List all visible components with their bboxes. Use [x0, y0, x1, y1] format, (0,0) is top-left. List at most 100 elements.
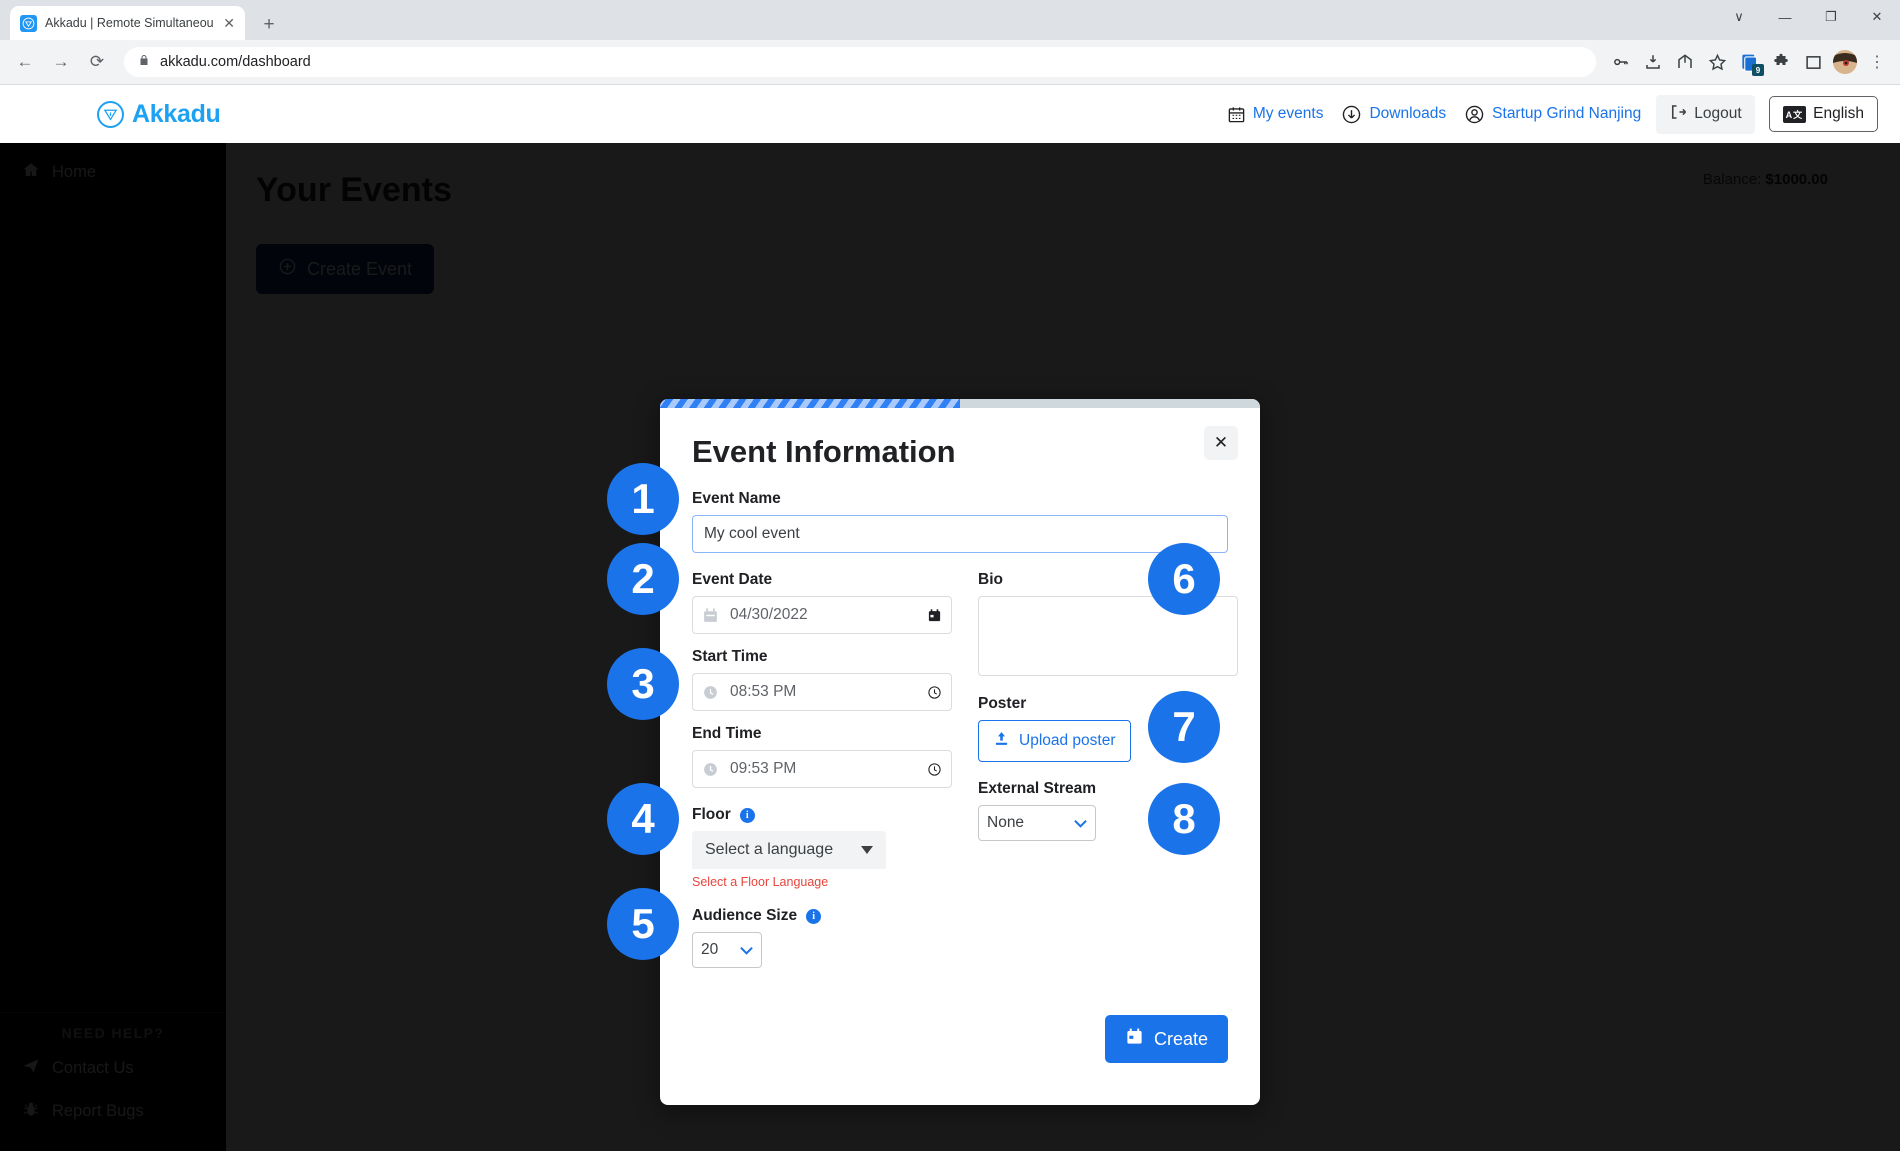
callout-badge-3: 3 [607, 648, 679, 720]
browser-tab-strip: Akkadu | Remote Simultaneou ✕ + ∨ — ❐ ✕ [0, 0, 1900, 40]
callout-badge-7: 7 [1148, 691, 1220, 763]
callout-badge-1: 1 [607, 463, 679, 535]
language-label: English [1813, 105, 1864, 122]
forward-icon[interactable]: → [44, 45, 78, 79]
user-circle-icon [1464, 104, 1485, 125]
modal-columns: Event Date 04/30/2022 Start Time 08:53 P… [692, 571, 1238, 968]
maximize-button[interactable]: ❐ [1808, 0, 1854, 34]
puzzle-extensions-icon[interactable] [1766, 47, 1796, 77]
callout-badge-4: 4 [607, 783, 679, 855]
translate-icon: A文 [1782, 105, 1807, 123]
favicon-icon [20, 14, 37, 32]
chevron-down-icon-stream [1074, 816, 1087, 831]
akkadu-logo[interactable]: Akkadu [97, 100, 221, 129]
page-root: Akkadu My events Downloads Startup Grind… [0, 85, 1900, 1151]
upload-poster-button[interactable]: Upload poster [978, 720, 1131, 762]
start-time-input[interactable]: 08:53 PM [692, 673, 952, 711]
modal-left-column: Event Date 04/30/2022 Start Time 08:53 P… [692, 571, 952, 968]
audience-size-value: 20 [701, 941, 719, 958]
floor-label-text: Floor [692, 806, 731, 823]
floor-error-message: Select a Floor Language [692, 875, 829, 889]
close-window-button[interactable]: ✕ [1854, 0, 1900, 34]
top-navigation: My events Downloads Startup Grind Nanjin… [1218, 94, 1878, 134]
minimize-button[interactable]: — [1762, 0, 1808, 34]
callout-badge-2: 2 [607, 543, 679, 615]
browser-menu-icon[interactable]: ⋮ [1862, 47, 1892, 77]
download-icon[interactable] [1638, 47, 1668, 77]
upload-icon [993, 730, 1010, 752]
end-time-label-text: End Time [692, 725, 762, 742]
window-controls: ∨ — ❐ ✕ [1716, 0, 1900, 34]
event-name-label: Event Name [692, 490, 1228, 508]
modal-create-label: Create [1153, 1028, 1208, 1049]
start-time-label: Start Time [692, 648, 952, 666]
body-area: Home NEED HELP? Contact Us Report Bugs [0, 143, 1900, 1151]
akkadu-logo-icon [97, 100, 124, 128]
browser-toolbar: ← → ⟳ akkadu.com/dashboard 9 ⋮ [0, 40, 1900, 85]
floor-language-select[interactable]: Select a language [692, 831, 887, 869]
logout-button[interactable]: Logout [1656, 94, 1755, 134]
bookmark-star-icon[interactable] [1702, 47, 1732, 77]
app-header: Akkadu My events Downloads Startup Grind… [0, 85, 1900, 143]
logout-label: Logout [1694, 105, 1742, 122]
audience-size-select[interactable]: 20 [692, 932, 763, 968]
calendar-create-icon [1125, 1027, 1144, 1051]
nav-downloads-label: Downloads [1369, 105, 1447, 122]
event-name-input[interactable] [692, 515, 1228, 553]
tab-close-icon[interactable]: ✕ [223, 16, 235, 30]
browser-tab[interactable]: Akkadu | Remote Simultaneou ✕ [10, 6, 245, 40]
akkadu-logo-text: Akkadu [132, 99, 221, 128]
address-bar-url: akkadu.com/dashboard [160, 54, 311, 70]
calendar-picker-icon[interactable] [927, 608, 942, 623]
nav-my-events[interactable]: My events [1218, 99, 1333, 130]
audience-size-label-text: Audience Size [692, 907, 798, 924]
chevron-down-icon [861, 841, 874, 859]
close-icon[interactable]: ✕ [1204, 426, 1238, 460]
start-time-value: 08:53 PM [730, 683, 797, 700]
avatar[interactable] [1833, 50, 1857, 74]
toolbar-icon-group: 9 ⋮ [1606, 47, 1892, 77]
clock-placeholder-icon-2 [702, 761, 719, 778]
modal-overlay[interactable]: ✕ Event Information Event Name Event Dat… [0, 143, 1900, 1151]
clock-picker-icon-2[interactable] [927, 762, 942, 777]
callout-badge-8: 8 [1148, 783, 1220, 855]
audience-size-label: Audience Size i [692, 907, 952, 925]
modal-title: Event Information [692, 434, 956, 469]
calendar-placeholder-icon [702, 607, 719, 624]
external-stream-label-text: External Stream [978, 780, 1097, 797]
modal-create-button[interactable]: Create [1104, 1015, 1228, 1063]
download-circle-icon [1341, 104, 1362, 125]
external-stream-select[interactable]: None [978, 805, 1096, 841]
extension-notes-icon[interactable]: 9 [1734, 47, 1764, 77]
nav-my-events-label: My events [1252, 105, 1324, 122]
language-button[interactable]: A文 English [1768, 96, 1878, 132]
event-date-label-text: Event Date [692, 571, 773, 588]
modal-right-column: Bio Poster Upload poster External Stream… [978, 571, 1238, 968]
new-tab-button[interactable]: + [257, 15, 281, 34]
extension-badge-count: 9 [1752, 64, 1764, 76]
tab-search-icon[interactable]: ∨ [1716, 0, 1762, 34]
clock-picker-icon[interactable] [927, 685, 942, 700]
upload-poster-label: Upload poster [1019, 732, 1116, 749]
nav-downloads[interactable]: Downloads [1332, 98, 1455, 131]
end-time-input[interactable]: 09:53 PM [692, 750, 952, 788]
modal-progress-fill [660, 399, 960, 408]
audience-info-icon[interactable]: i [806, 908, 822, 924]
callout-badge-5: 5 [607, 888, 679, 960]
nav-account[interactable]: Startup Grind Nanjing [1455, 98, 1650, 131]
event-date-input[interactable]: 04/30/2022 [692, 596, 952, 634]
floor-info-icon[interactable]: i [739, 807, 755, 823]
address-bar[interactable]: akkadu.com/dashboard [124, 47, 1596, 77]
event-date-label: Event Date [692, 571, 952, 589]
password-key-icon[interactable] [1606, 47, 1636, 77]
share-icon[interactable] [1670, 47, 1700, 77]
start-time-label-text: Start Time [692, 648, 768, 665]
event-date-value: 04/30/2022 [730, 606, 808, 623]
back-icon[interactable]: ← [8, 45, 42, 79]
reload-icon[interactable]: ⟳ [80, 45, 114, 79]
sidepanel-icon[interactable] [1798, 47, 1828, 77]
bio-label-text: Bio [978, 571, 1003, 588]
nav-account-label: Startup Grind Nanjing [1492, 105, 1642, 122]
end-time-label: End Time [692, 725, 952, 743]
profile-avatar[interactable] [1830, 47, 1860, 77]
